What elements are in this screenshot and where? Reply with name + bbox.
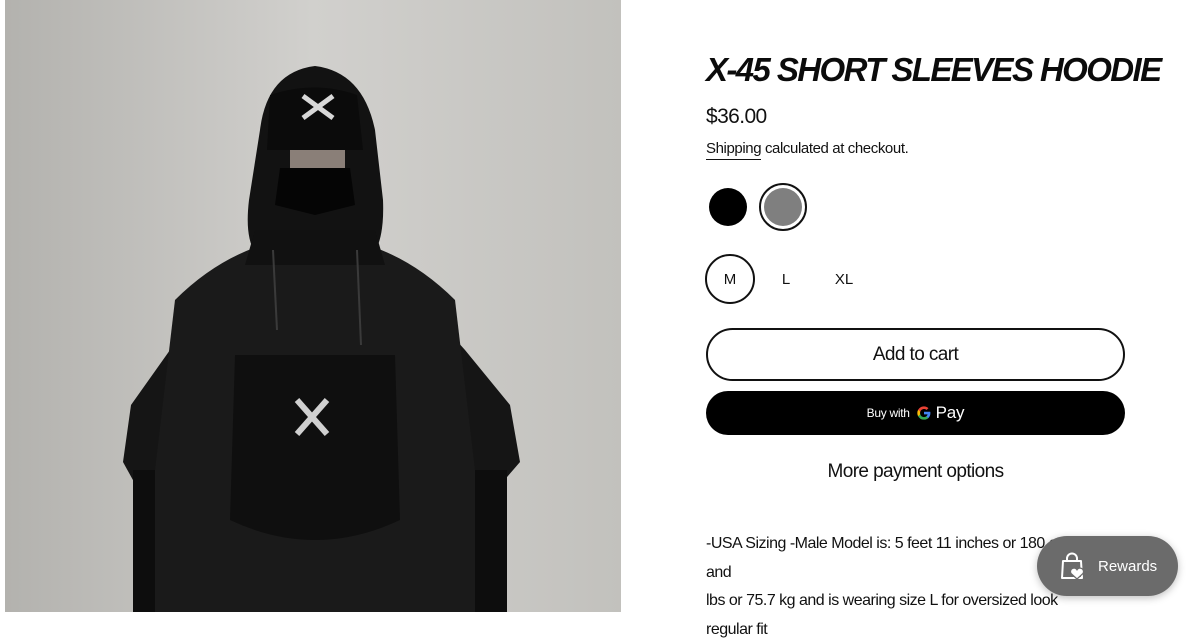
size-option-l[interactable]: L: [761, 254, 811, 304]
google-g-icon: [916, 405, 932, 421]
buy-with-label: Buy with: [867, 406, 910, 420]
gpay-pay-label: Pay: [936, 403, 965, 423]
rewards-launcher-button[interactable]: Rewards: [1037, 536, 1178, 596]
color-swatch-grey-fill: [764, 188, 802, 226]
description-line: -USA Sizing -Male Model is: 5 feet 11 in…: [706, 530, 1086, 587]
shipping-note-text: calculated at checkout.: [761, 140, 908, 157]
size-option-xl[interactable]: XL: [819, 254, 869, 304]
add-to-cart-button[interactable]: Add to cart: [706, 328, 1125, 381]
size-selector: M L XL: [706, 254, 906, 304]
color-swatches: [706, 183, 906, 233]
more-payment-options-link[interactable]: More payment options: [706, 459, 1125, 485]
product-image[interactable]: [5, 0, 621, 612]
description-line: lbs or 75.7 kg and is wearing size L for…: [706, 587, 1086, 616]
rewards-label: Rewards: [1098, 558, 1157, 575]
description-line: regular fit: [706, 616, 1086, 644]
color-swatch-grey[interactable]: [759, 183, 807, 231]
product-title: X-45 SHORT SLEEVES HOODIE: [706, 50, 1161, 90]
product-description: -USA Sizing -Male Model is: 5 feet 11 in…: [706, 530, 1086, 644]
shipping-note: Shipping calculated at checkout.: [706, 138, 908, 160]
shipping-link[interactable]: Shipping: [706, 140, 761, 160]
shopping-bag-heart-icon: [1057, 551, 1087, 581]
product-info: X-45 SHORT SLEEVES HOODIE $36.00 Shippin…: [706, 0, 1126, 612]
product-price: $36.00: [706, 104, 767, 130]
google-pay-button[interactable]: Buy with Pay: [706, 391, 1125, 435]
product-photo: [5, 0, 621, 612]
size-option-m[interactable]: M: [705, 254, 755, 304]
color-swatch-black[interactable]: [709, 188, 747, 226]
